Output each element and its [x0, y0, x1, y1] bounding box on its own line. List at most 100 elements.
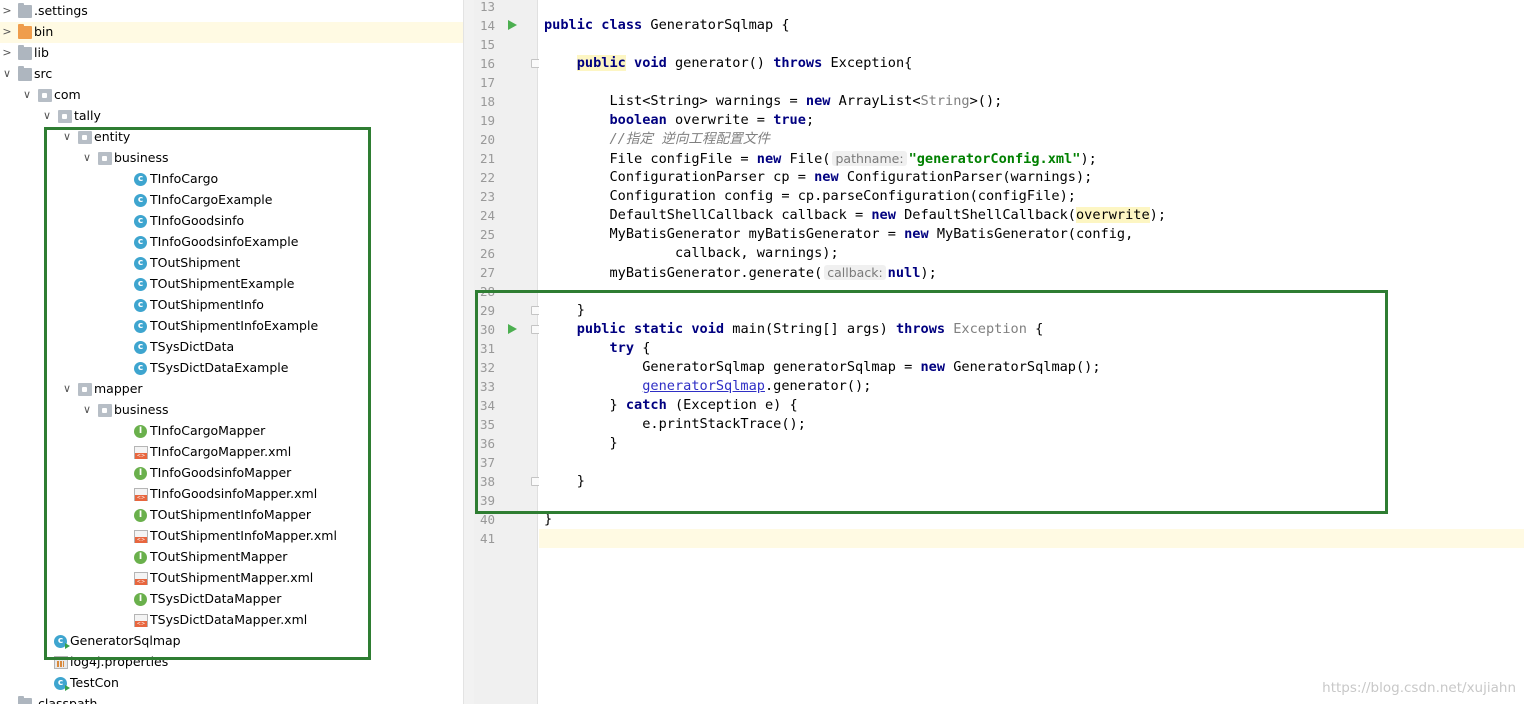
gutter-line: 17	[474, 73, 538, 92]
chevron-down-icon[interactable]: ∨	[60, 382, 74, 396]
tree-interface-toutshipmentmapper[interactable]: I TOutShipmentMapper	[0, 547, 463, 568]
tree-class-tinfogoodsinfo[interactable]: c TInfoGoodsinfo	[0, 211, 463, 232]
tree-class-toutshipmentexample[interactable]: c TOutShipmentExample	[0, 274, 463, 295]
code-token: MyBatisGenerator(config,	[936, 226, 1134, 242]
tree-xml-tsysdictdatamapper[interactable]: TSysDictDataMapper.xml	[0, 610, 463, 631]
run-gutter-icon[interactable]	[508, 324, 517, 334]
tree-splitter[interactable]	[463, 0, 474, 704]
code-line[interactable]: File configFile = new File(pathname: "gen…	[539, 149, 1524, 168]
code-line[interactable]: public class GeneratorSqlmap {	[539, 16, 1524, 35]
chevron-down-icon[interactable]: ∨	[80, 403, 94, 417]
tree-item-label: TOutShipmentInfo	[150, 297, 264, 312]
code-line[interactable]	[539, 73, 1524, 92]
line-number: 40	[480, 512, 496, 527]
tree-class-testcon[interactable]: c TestCon	[0, 673, 463, 694]
chevron-down-icon[interactable]: ∨	[60, 130, 74, 144]
code-line[interactable]: ConfigurationParser cp = new Configurati…	[539, 168, 1524, 187]
tree-class-tsysdictdata[interactable]: c TSysDictData	[0, 337, 463, 358]
code-line[interactable]: } catch (Exception e) {	[539, 396, 1524, 415]
tree-class-toutshipmentinfoexample[interactable]: c TOutShipmentInfoExample	[0, 316, 463, 337]
tree-package-entity[interactable]: ∨ entity	[0, 127, 463, 148]
code-token: true	[773, 112, 806, 128]
run-gutter-icon[interactable]	[508, 20, 517, 30]
code-line[interactable]	[539, 0, 1524, 16]
code-token: new	[756, 151, 790, 167]
interface-icon: I	[134, 467, 147, 480]
tree-interface-toutshipmentinfomapper[interactable]: I TOutShipmentInfoMapper	[0, 505, 463, 526]
code-line[interactable]: }	[539, 434, 1524, 453]
chevron-right-icon[interactable]: >	[0, 46, 14, 60]
gutter-line: 38	[474, 472, 540, 491]
gutter-line: 30	[474, 320, 540, 339]
tree-xml-toutshipmentinfomapper[interactable]: TOutShipmentInfoMapper.xml	[0, 526, 463, 547]
tree-package-mapper-business[interactable]: ∨ business	[0, 400, 463, 421]
code-line[interactable]	[539, 453, 1524, 472]
tree-class-toutshipment[interactable]: c TOutShipment	[0, 253, 463, 274]
code-line[interactable]	[539, 529, 1524, 548]
chevron-right-icon[interactable]: >	[0, 25, 14, 39]
tree-item-label: GeneratorSqlmap	[70, 633, 181, 648]
code-line[interactable]: myBatisGenerator.generate(callback: null)…	[539, 263, 1524, 282]
tree-folder-settings[interactable]: > .settings	[0, 1, 463, 22]
code-line[interactable]	[539, 491, 1524, 510]
tree-package-entity-business[interactable]: ∨ business	[0, 148, 463, 169]
code-editor[interactable]: public class GeneratorSqlmap { public vo…	[539, 0, 1524, 704]
line-number: 33	[480, 379, 496, 394]
chevron-down-icon[interactable]: ∨	[40, 109, 54, 123]
tree-class-tinfogoodsinfoexample[interactable]: c TInfoGoodsinfoExample	[0, 232, 463, 253]
code-line[interactable]: Configuration config = cp.parseConfigura…	[539, 187, 1524, 206]
chevron-right-icon[interactable]: >	[0, 4, 14, 18]
tree-interface-tsysdictdatamapper[interactable]: I TSysDictDataMapper	[0, 589, 463, 610]
chevron-down-icon[interactable]: ∨	[0, 67, 14, 81]
chevron-down-icon[interactable]: ∨	[80, 151, 94, 165]
code-line[interactable]	[539, 282, 1524, 301]
code-line[interactable]: }	[539, 510, 1524, 529]
tree-xml-tinfocargomapper[interactable]: TInfoCargoMapper.xml	[0, 442, 463, 463]
code-line[interactable]: public static void main(String[] args) t…	[539, 320, 1524, 339]
code-token: );	[1149, 207, 1167, 223]
tree-file-classpath[interactable]: .classpath	[0, 694, 463, 704]
tree-xml-toutshipmentmapper[interactable]: TOutShipmentMapper.xml	[0, 568, 463, 589]
tree-item-label: src	[34, 66, 53, 81]
tree-package-com[interactable]: ∨ com	[0, 85, 463, 106]
tree-xml-tinfogoodsinfomapper[interactable]: TInfoGoodsinfoMapper.xml	[0, 484, 463, 505]
runnable-class-icon: c	[54, 635, 70, 649]
code-line[interactable]: callback, warnings);	[539, 244, 1524, 263]
tree-class-toutshipmentinfo[interactable]: c TOutShipmentInfo	[0, 295, 463, 316]
gutter-line: 21	[474, 149, 538, 168]
code-line[interactable]: }	[539, 472, 1524, 491]
tree-folder-bin[interactable]: > bin	[0, 22, 463, 43]
code-token: new	[904, 226, 937, 242]
code-line[interactable]: e.printStackTrace();	[539, 415, 1524, 434]
code-token: new	[805, 93, 839, 109]
tree-interface-tinfogoodsinfomapper[interactable]: I TInfoGoodsinfoMapper	[0, 463, 463, 484]
tree-class-tinfocargo[interactable]: c TInfoCargo	[0, 169, 463, 190]
tree-package-tally[interactable]: ∨ tally	[0, 106, 463, 127]
class-icon: c	[134, 278, 147, 291]
code-token: static	[634, 321, 692, 337]
code-line[interactable]: List<String> warnings = new ArrayList<St…	[539, 92, 1524, 111]
code-line[interactable]: MyBatisGenerator myBatisGenerator = new …	[539, 225, 1524, 244]
chevron-down-icon[interactable]: ∨	[20, 88, 34, 102]
tree-class-tsysdictdataexample[interactable]: c TSysDictDataExample	[0, 358, 463, 379]
tree-class-generatorsqlmap[interactable]: c GeneratorSqlmap	[0, 631, 463, 652]
code-line[interactable]: //指定 逆向工程配置文件	[539, 130, 1524, 149]
code-line[interactable]: generatorSqlmap.generator();	[539, 377, 1524, 396]
code-line[interactable]: GeneratorSqlmap generatorSqlmap = new Ge…	[539, 358, 1524, 377]
code-line[interactable]: }	[539, 301, 1524, 320]
code-line[interactable]: DefaultShellCallback callback = new Defa…	[539, 206, 1524, 225]
tree-file-log4j-properties[interactable]: log4j.properties	[0, 652, 463, 673]
tree-folder-lib[interactable]: > lib	[0, 43, 463, 64]
tree-package-mapper[interactable]: ∨ mapper	[0, 379, 463, 400]
tree-class-tinfocargoexample[interactable]: c TInfoCargoExample	[0, 190, 463, 211]
tree-folder-src[interactable]: ∨ src	[0, 64, 463, 85]
code-line[interactable]: try {	[539, 339, 1524, 358]
code-token: //指定 逆向工程配置文件	[609, 131, 770, 147]
code-line[interactable]: boolean overwrite = true;	[539, 111, 1524, 130]
tree-item-label: TOutShipment	[150, 255, 241, 270]
gutter-line: 28	[474, 282, 538, 301]
tree-interface-tinfocargomapper[interactable]: I TInfoCargoMapper	[0, 421, 463, 442]
code-token: }	[544, 511, 553, 527]
code-line[interactable]: public void generator() throws Exception…	[539, 54, 1524, 73]
code-line[interactable]	[539, 35, 1524, 54]
